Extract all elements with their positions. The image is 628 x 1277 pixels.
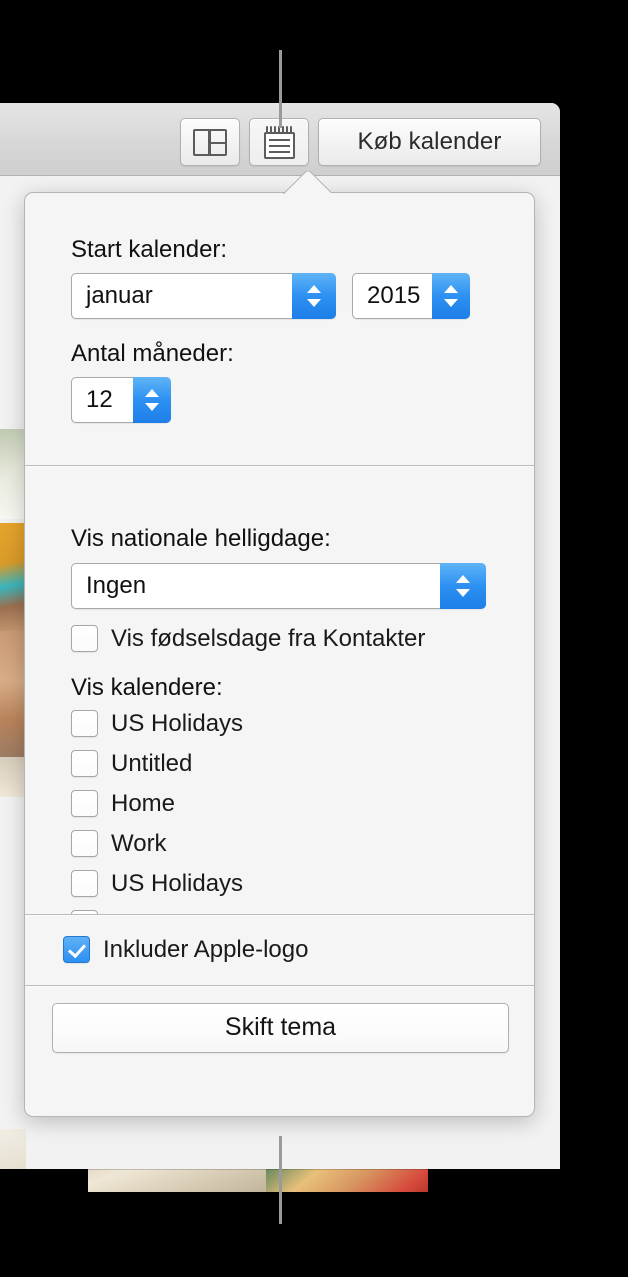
photo-thumbnail xyxy=(0,1129,26,1169)
start-month-select[interactable]: januar xyxy=(71,273,336,320)
holidays-label: Vis nationale helligdage: xyxy=(71,525,331,553)
calendar-checkbox[interactable] xyxy=(71,830,98,858)
holidays-row: Ingen xyxy=(71,562,534,609)
calendar-label: Untitled xyxy=(111,749,193,777)
holidays-select[interactable]: Ingen xyxy=(71,562,486,609)
calendar-checkbox[interactable] xyxy=(71,710,98,738)
section-divider xyxy=(25,465,534,467)
photo-thumbnail xyxy=(0,523,26,631)
notepad-icon xyxy=(263,125,295,159)
start-year-stepper[interactable]: 2015 xyxy=(352,273,470,320)
list-item[interactable]: Home xyxy=(71,784,534,824)
buy-calendar-button[interactable]: Køb kalender xyxy=(318,118,541,166)
list-item[interactable]: Work xyxy=(71,824,534,864)
photo-thumbnail xyxy=(0,429,26,519)
calendar-checkbox[interactable] xyxy=(71,750,98,778)
calendar-checkbox-list[interactable]: US Holidays Untitled Home Work US Holida… xyxy=(25,704,534,914)
holidays-value: Ingen xyxy=(86,571,147,599)
popover-footer: Skift tema xyxy=(25,986,534,1053)
stepper-arrows-icon[interactable] xyxy=(133,377,171,424)
show-calendars-label: Vis kalendere: xyxy=(71,673,223,701)
layout-view-button[interactable] xyxy=(180,118,240,166)
include-apple-logo-checkbox[interactable] xyxy=(63,936,90,964)
month-count-label: Antal måneder: xyxy=(71,340,234,368)
month-count-row: 12 xyxy=(71,377,534,424)
month-count-stepper[interactable]: 12 xyxy=(71,377,171,424)
screenshot-stage: Køb kalender Start kalender: januar 2015… xyxy=(0,0,628,1277)
list-item[interactable]: US Holidays xyxy=(71,864,534,904)
callout-line-bottom xyxy=(279,1136,282,1224)
list-item[interactable]: Untitled xyxy=(71,744,534,784)
callout-line-top xyxy=(279,50,282,128)
calendar-label: Home xyxy=(111,789,176,817)
calendar-label: Work xyxy=(111,829,167,857)
toolbar-button-group: Køb kalender xyxy=(180,118,541,166)
start-calendar-section: Start kalender: januar 2015 Antal månede… xyxy=(25,193,534,424)
show-birthdays-row[interactable]: Vis fødselsdage fra Kontakter xyxy=(71,619,534,659)
show-birthdays-label: Vis fødselsdage fra Kontakter xyxy=(111,624,426,652)
stepper-arrows-icon[interactable] xyxy=(432,273,470,320)
include-apple-logo-row[interactable]: Inkluder Apple-logo xyxy=(63,930,308,970)
calendar-checkbox[interactable] xyxy=(71,870,98,898)
month-count-value: 12 xyxy=(86,386,113,414)
photo-thumbnail xyxy=(0,631,26,757)
calendar-label: US Holidays xyxy=(111,869,244,897)
calendar-checkbox[interactable] xyxy=(71,790,98,818)
list-item[interactable]: US Holidays xyxy=(71,704,534,744)
stepper-arrows-icon[interactable] xyxy=(440,562,486,609)
start-calendar-row: januar 2015 xyxy=(71,273,534,320)
start-month-value: januar xyxy=(86,282,153,310)
list-item[interactable] xyxy=(71,904,534,914)
calendar-label: US Holidays xyxy=(111,709,244,737)
stepper-arrows-icon[interactable] xyxy=(292,273,336,320)
change-theme-button[interactable]: Skift tema xyxy=(52,1002,509,1053)
popover-arrow xyxy=(283,171,331,194)
calendar-options-section: Vis nationale helligdage: Ingen Vis føds… xyxy=(25,525,534,914)
calendar-checkbox[interactable] xyxy=(71,910,98,914)
start-year-value: 2015 xyxy=(367,282,421,310)
start-calendar-label: Start kalender: xyxy=(71,236,228,263)
change-theme-label: Skift tema xyxy=(224,1013,337,1042)
apple-logo-section: Inkluder Apple-logo xyxy=(25,915,534,985)
buy-calendar-label: Køb kalender xyxy=(357,128,502,155)
layout-panel-icon xyxy=(193,128,227,156)
calendar-settings-popover: Start kalender: januar 2015 Antal månede… xyxy=(24,192,535,1117)
show-birthdays-checkbox[interactable] xyxy=(71,625,98,653)
photo-thumbnail xyxy=(0,757,26,797)
include-apple-logo-label: Inkluder Apple-logo xyxy=(103,935,309,963)
